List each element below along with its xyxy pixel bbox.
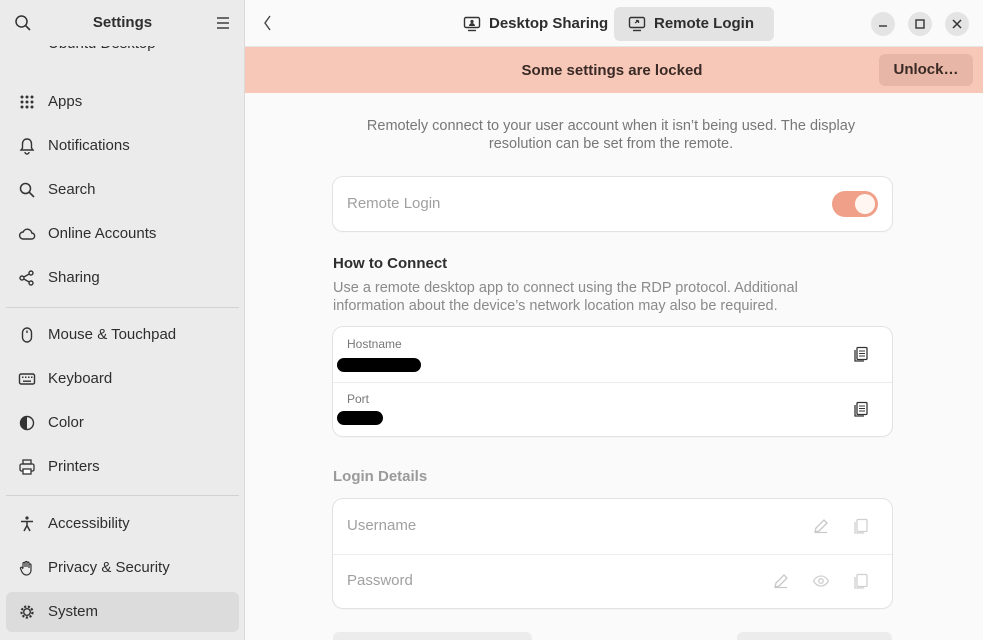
port-row: Port — [333, 382, 892, 437]
sidebar-item-label: Notifications — [48, 137, 130, 154]
port-label: Port — [347, 392, 370, 406]
remote-login-toggle[interactable] — [832, 191, 878, 217]
remote-login-icon — [628, 16, 646, 32]
sidebar-item-label: Mouse & Touchpad — [48, 326, 177, 343]
tab-desktop-sharing[interactable]: Desktop Sharing — [449, 7, 609, 41]
sidebar-item-online-accounts[interactable]: Online Accounts — [6, 214, 239, 254]
copy-icon[interactable] — [852, 400, 870, 418]
how-to-connect-description: Use a remote desktop app to connect usin… — [333, 280, 798, 314]
bottom-button-left[interactable] — [333, 632, 532, 640]
cloud-icon — [18, 228, 36, 240]
close-icon — [952, 19, 962, 29]
locked-message: Some settings are locked — [521, 62, 703, 79]
bottom-button-right[interactable] — [737, 632, 892, 640]
sidebar-item-system[interactable]: System — [6, 592, 239, 632]
sidebar-divider — [6, 495, 239, 496]
sidebar-divider — [6, 307, 239, 308]
login-details-card: Username Password — [333, 499, 892, 608]
locked-banner: Some settings are locked Unlock… — [245, 47, 983, 93]
printer-icon — [19, 459, 35, 475]
username-label: Username — [347, 517, 417, 534]
tab-label: Remote Login — [654, 15, 754, 32]
toggle-knob — [855, 194, 875, 214]
sidebar-item-label: Online Accounts — [48, 225, 157, 242]
bell-icon — [19, 138, 35, 155]
tab-remote-login[interactable]: Remote Login — [614, 7, 774, 41]
sidebar-item-label: Printers — [48, 458, 100, 475]
share-icon — [19, 270, 34, 286]
sidebar-item-notifications[interactable]: Notifications — [6, 126, 239, 166]
edit-icon[interactable] — [772, 572, 790, 590]
main-content: Remotely connect to your user account wh… — [245, 93, 983, 640]
sidebar: Ubuntu Desktop Apps Notifications Search… — [0, 0, 245, 640]
unlock-button[interactable]: Unlock… — [879, 54, 973, 86]
hostname-redacted — [337, 358, 421, 372]
eye-icon[interactable] — [812, 572, 830, 590]
sidebar-item-privacy-security[interactable]: Privacy & Security — [6, 548, 239, 588]
apps-icon — [20, 95, 34, 109]
copy-icon[interactable] — [852, 572, 870, 590]
sidebar-item-label: Search — [48, 181, 96, 198]
sidebar-item-mouse-touchpad[interactable]: Mouse & Touchpad — [6, 315, 239, 355]
header-bar: Desktop Sharing Remote Login — [245, 0, 983, 47]
sidebar-item-label: System — [48, 603, 99, 620]
copy-icon[interactable] — [852, 345, 870, 363]
hostname-row: Hostname — [333, 327, 892, 382]
sidebar-item-label: Accessibility — [48, 515, 130, 532]
intro-text: Remotely connect to your user account wh… — [366, 118, 856, 152]
sidebar-item-label: Apps — [48, 93, 83, 110]
desktop-sharing-icon — [463, 16, 481, 32]
password-label: Password — [347, 572, 413, 589]
color-icon — [19, 415, 35, 431]
sidebar-item-search[interactable]: Search — [6, 170, 239, 210]
gear-icon — [20, 605, 34, 619]
close-button[interactable] — [945, 12, 969, 36]
search-icon — [19, 182, 35, 198]
sidebar-item-label: Color — [48, 414, 84, 431]
maximize-icon — [915, 19, 925, 29]
hand-icon — [19, 560, 32, 576]
hostname-label: Hostname — [347, 337, 402, 351]
port-redacted — [337, 411, 383, 425]
hamburger-menu-icon[interactable] — [212, 12, 234, 34]
minimize-icon — [879, 25, 887, 27]
sidebar-item-color[interactable]: Color — [6, 403, 239, 443]
password-row: Password — [333, 554, 892, 609]
username-row: Username — [333, 499, 892, 554]
how-to-connect-title: How to Connect — [333, 255, 448, 272]
sidebar-header: Settings — [0, 0, 244, 46]
tab-label: Desktop Sharing — [489, 15, 609, 32]
sidebar-item-sharing[interactable]: Sharing — [6, 258, 239, 298]
sidebar-item-keyboard[interactable]: Keyboard — [6, 359, 239, 399]
remote-login-card: Remote Login — [333, 177, 892, 231]
edit-icon[interactable] — [812, 517, 830, 535]
sidebar-item-accessibility[interactable]: Accessibility — [6, 504, 239, 544]
remote-login-row: Remote Login — [333, 177, 892, 231]
connection-card: Hostname Port — [333, 327, 892, 436]
back-chevron-icon[interactable] — [257, 12, 279, 34]
maximize-button[interactable] — [908, 12, 932, 36]
remote-login-label: Remote Login — [347, 195, 441, 212]
login-details-title: Login Details — [333, 468, 428, 485]
minimize-button[interactable] — [871, 12, 895, 36]
mouse-icon — [21, 327, 33, 343]
sidebar-title: Settings — [92, 14, 153, 31]
sidebar-item-label: Keyboard — [48, 370, 113, 387]
sidebar-item-label: Privacy & Security — [48, 559, 170, 576]
accessibility-icon — [21, 516, 33, 532]
keyboard-icon — [18, 373, 36, 385]
sidebar-item-apps[interactable]: Apps — [6, 82, 239, 122]
sidebar-item-label: Sharing — [48, 269, 100, 286]
sidebar-item-printers[interactable]: Printers — [6, 447, 239, 487]
copy-icon[interactable] — [852, 517, 870, 535]
